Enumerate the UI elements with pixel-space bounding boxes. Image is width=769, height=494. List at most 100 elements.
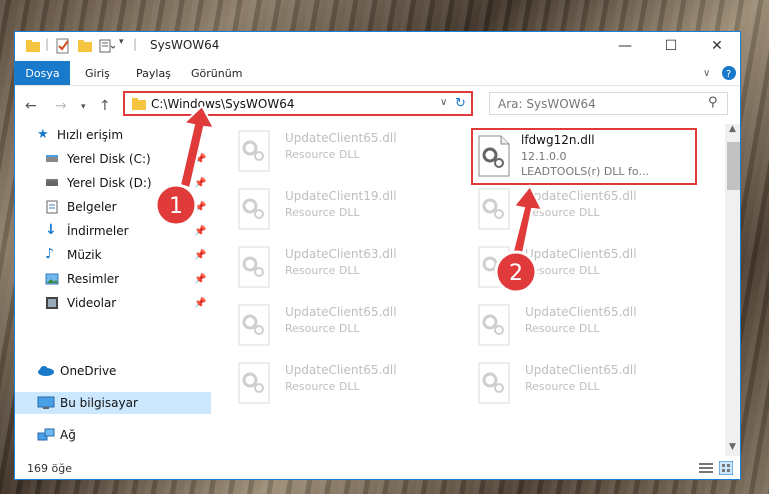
ribbon-tabs: Dosya Giriş Paylaş Görünüm ∨ ?: [15, 61, 740, 86]
scrollbar-thumb[interactable]: [727, 142, 740, 190]
dll-file-icon: [478, 246, 510, 288]
file-item[interactable]: UpdateClient65.dll Resource DLL: [237, 128, 447, 176]
back-button[interactable]: ←: [25, 98, 37, 114]
nav-music[interactable]: ♪ Müzik 📌: [15, 244, 211, 266]
tab-home[interactable]: Giriş: [85, 61, 110, 85]
network-icon: [37, 428, 55, 441]
large-icons-view-icon[interactable]: [719, 461, 733, 475]
close-button[interactable]: ✕: [694, 32, 740, 60]
minimize-button[interactable]: —: [602, 32, 648, 60]
customize-toolbar-icon[interactable]: [99, 38, 115, 54]
nav-local-disk-c[interactable]: Yerel Disk (C:) 📌: [15, 148, 211, 170]
tab-share[interactable]: Paylaş: [136, 61, 171, 85]
title-bar[interactable]: | ▾ | SysWOW64 — ☐ ✕: [15, 32, 740, 60]
nav-network[interactable]: Ağ: [15, 424, 211, 446]
nav-label: Videolar: [67, 296, 117, 310]
forward-button[interactable]: →: [55, 98, 67, 114]
file-name: UpdateClient65.dll: [525, 363, 637, 377]
file-description: Resource DLL: [525, 380, 600, 393]
separator: |: [45, 37, 50, 51]
nav-onedrive[interactable]: OneDrive: [15, 360, 211, 382]
item-count: 169 öğe: [27, 462, 72, 475]
up-button[interactable]: ↑: [99, 98, 111, 114]
file-item[interactable]: UpdateClient63.dll Resource DLL: [237, 244, 447, 292]
pin-icon[interactable]: 📌: [194, 274, 206, 285]
file-list: UpdateClient65.dll Resource DLL UpdateCl…: [215, 124, 725, 444]
nav-downloads[interactable]: ↓ İndirmeler 📌: [15, 220, 211, 242]
navigation-pane: ★ Hızlı erişim Yerel Disk (C:) 📌 Yerel D…: [15, 124, 211, 444]
file-description: Resource DLL: [285, 148, 360, 161]
vertical-scrollbar[interactable]: ▲ ▼: [725, 124, 740, 456]
file-name: UpdateClient65.dll: [525, 189, 637, 203]
pin-icon[interactable]: 📌: [194, 250, 206, 261]
file-name: lfdwg12n.dll: [521, 133, 595, 147]
nav-quick-access[interactable]: ★ Hızlı erişim: [15, 124, 211, 146]
nav-videos[interactable]: Videolar 📌: [15, 292, 211, 314]
file-name: UpdateClient65.dll: [285, 363, 397, 377]
pin-icon[interactable]: 📌: [194, 298, 206, 309]
file-item[interactable]: UpdateClient65.dll Resource DLL: [237, 302, 447, 350]
address-dropdown-icon[interactable]: ∨: [440, 97, 447, 108]
refresh-icon[interactable]: ↻: [455, 96, 466, 111]
file-explorer-window: | ▾ | SysWOW64 — ☐ ✕ Dosya Giriş Paylaş …: [14, 31, 741, 480]
status-bar: 169 öğe: [15, 458, 740, 479]
nav-pictures[interactable]: Resimler 📌: [15, 268, 211, 290]
file-version: 12.1.0.0: [521, 150, 567, 163]
folder-icon: [132, 98, 146, 110]
file-item[interactable]: UpdateClient65.dll Resource DLL: [477, 302, 687, 350]
search-icon[interactable]: ⚲: [708, 95, 718, 110]
star-icon: ★: [37, 127, 49, 142]
file-name: UpdateClient65.dll: [525, 247, 637, 261]
file-item[interactable]: UpdateClient65.dll Resource DLL: [237, 360, 447, 408]
highlighted-file[interactable]: lfdwg12n.dll 12.1.0.0 LEADTOOLS(r) DLL f…: [471, 128, 697, 185]
documents-icon: [46, 200, 58, 214]
music-icon: ♪: [45, 246, 54, 262]
qa-dropdown-icon[interactable]: ▾: [119, 37, 124, 53]
window-title: SysWOW64: [150, 38, 220, 52]
file-description: Resource DLL: [525, 322, 600, 335]
tab-file[interactable]: Dosya: [15, 61, 70, 85]
dll-file-icon: [238, 246, 270, 288]
file-item[interactable]: UpdateClient65.dll Resource DLL: [477, 186, 687, 234]
dll-file-icon: [238, 362, 270, 404]
details-view-icon[interactable]: [699, 462, 713, 474]
nav-label: Yerel Disk (C:): [67, 152, 151, 166]
pictures-icon: [45, 273, 59, 285]
scroll-up-icon[interactable]: ▲: [729, 124, 736, 134]
search-input[interactable]: Ara: SysWOW64: [498, 97, 596, 111]
file-description: Resource DLL: [525, 264, 600, 277]
dll-file-icon: [238, 188, 270, 230]
file-description: Resource DLL: [285, 380, 360, 393]
tab-view[interactable]: Görünüm: [191, 61, 242, 85]
drive-icon: [46, 155, 58, 162]
file-item[interactable]: UpdateClient19.dll Resource DLL: [237, 186, 447, 234]
pin-icon[interactable]: 📌: [194, 178, 206, 189]
new-folder-icon[interactable]: [77, 38, 93, 54]
file-description: LEADTOOLS(r) DLL fo...: [521, 165, 649, 178]
address-bar[interactable]: C:\Windows\SysWOW64 ∨: [123, 91, 473, 116]
search-box[interactable]: Ara: SysWOW64 ⚲: [489, 92, 728, 115]
separator: |: [133, 37, 138, 51]
recent-locations-icon[interactable]: ▾: [81, 102, 86, 112]
nav-label: Ağ: [60, 428, 76, 442]
file-name: UpdateClient65.dll: [285, 305, 397, 319]
maximize-button[interactable]: ☐: [648, 32, 694, 60]
file-item[interactable]: UpdateClient65.dll Resource DLL: [477, 244, 687, 292]
expand-ribbon-icon[interactable]: ∨: [703, 61, 710, 85]
pin-icon[interactable]: 📌: [194, 154, 206, 165]
download-icon: ↓: [45, 222, 57, 238]
properties-icon[interactable]: [55, 38, 71, 54]
nav-this-pc[interactable]: Bu bilgisayar: [15, 392, 211, 414]
nav-local-disk-d[interactable]: Yerel Disk (D:) 📌: [15, 172, 211, 194]
nav-documents[interactable]: Belgeler 📌: [15, 196, 211, 218]
drive-icon: [46, 179, 58, 186]
scroll-down-icon[interactable]: ▼: [729, 442, 736, 452]
pin-icon[interactable]: 📌: [194, 202, 206, 213]
file-item[interactable]: UpdateClient65.dll Resource DLL: [477, 360, 687, 408]
address-path[interactable]: C:\Windows\SysWOW64: [151, 97, 295, 111]
help-icon[interactable]: ?: [721, 65, 737, 89]
nav-label: Yerel Disk (D:): [67, 176, 152, 190]
file-description: Resource DLL: [285, 264, 360, 277]
pin-icon[interactable]: 📌: [194, 226, 206, 237]
file-description: Resource DLL: [285, 206, 360, 219]
